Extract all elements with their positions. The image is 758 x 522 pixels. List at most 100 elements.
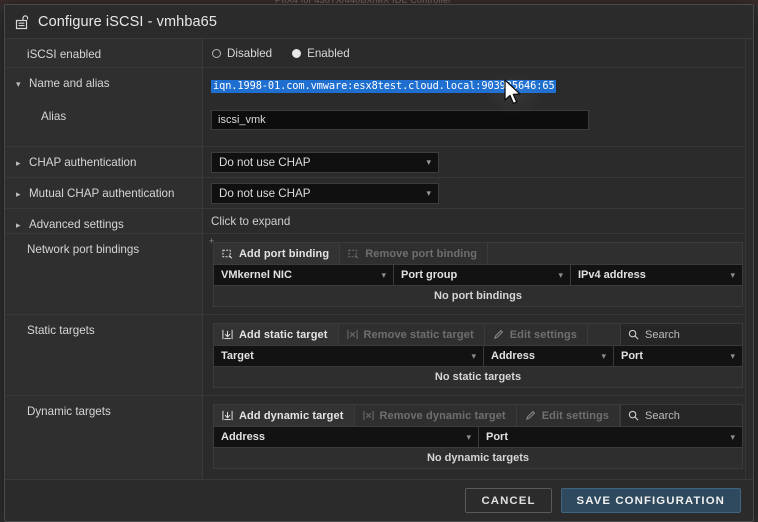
search-icon — [628, 329, 639, 340]
chevron-down-icon[interactable]: ▾ — [16, 77, 27, 91]
label-network-port-bindings: Network port bindings — [5, 233, 202, 314]
chap-authentication-value: Do not use CHAP — [219, 156, 311, 169]
radio-label-enabled: Enabled — [307, 47, 350, 60]
remove-target-icon — [347, 329, 358, 340]
form-control-column: Disabled Enabled iqn.1998-01.com.vmware:… — [203, 39, 753, 479]
search-icon — [628, 410, 639, 421]
advanced-settings-expand-link[interactable]: Click to expand — [211, 215, 290, 228]
mutual-chap-authentication-value: Do not use CHAP — [219, 187, 311, 200]
remove-dynamic-target-button[interactable]: Remove dynamic target — [355, 405, 517, 426]
edit-static-target-settings-button[interactable]: Edit settings — [485, 324, 588, 345]
dynamic-targets-empty-message: No dynamic targets — [214, 448, 742, 468]
mutual-chap-authentication-select[interactable]: Do not use CHAP ▾ — [211, 183, 439, 204]
storage-adapter-icon — [15, 14, 31, 30]
chevron-down-icon: ▾ — [426, 184, 431, 203]
port-bindings-toolbar: Add port binding Remove port binding — [214, 243, 742, 265]
chevron-down-icon: ▾ — [426, 153, 431, 172]
add-port-binding-icon — [222, 248, 233, 259]
column-header-port-group[interactable]: Port group ▾ — [394, 265, 571, 285]
chap-authentication-select[interactable]: Do not use CHAP ▾ — [211, 152, 439, 173]
remove-static-target-button[interactable]: Remove static target — [339, 324, 485, 345]
static-targets-toolbar: Add static target Remove static target — [214, 324, 742, 346]
dialog-titlebar: Configure iSCSI - vmhba65 — [5, 5, 753, 39]
static-targets-empty-message: No static targets — [214, 367, 742, 387]
edit-dynamic-target-settings-label: Edit settings — [542, 410, 609, 422]
add-dynamic-target-button[interactable]: Add dynamic target — [214, 405, 355, 426]
remove-port-binding-button[interactable]: Remove port binding — [340, 243, 488, 264]
chevron-right-icon[interactable]: ▸ — [16, 187, 27, 201]
dialog-footer: CANCEL SAVE CONFIGURATION — [5, 479, 753, 521]
label-iscsi-enabled: iSCSI enabled — [5, 39, 202, 67]
static-targets-search[interactable]: Search — [620, 324, 742, 345]
chevron-down-icon: ▾ — [558, 270, 563, 281]
column-header-ipv4-address[interactable]: IPv4 address ▾ — [571, 265, 742, 285]
radio-dot-enabled — [292, 49, 301, 58]
row-static-targets: Add static target Remove static target — [203, 314, 753, 395]
chevron-right-icon[interactable]: ▸ — [16, 218, 27, 232]
label-mutual-chap-authentication[interactable]: ▸ Mutual CHAP authentication — [5, 177, 202, 208]
add-target-icon — [222, 329, 233, 340]
static-targets-search-placeholder: Search — [645, 329, 680, 341]
row-alias: iscsi_vmk — [203, 101, 753, 146]
pencil-icon — [525, 410, 536, 421]
edit-dynamic-target-settings-button[interactable]: Edit settings — [517, 405, 620, 426]
chevron-down-icon: ▾ — [730, 270, 735, 281]
row-mutual-chap-authentication: Do not use CHAP ▾ — [203, 177, 753, 208]
port-bindings-panel: Add port binding Remove port binding — [213, 242, 743, 307]
row-iscsi-enabled: Disabled Enabled — [203, 39, 753, 67]
radio-disabled[interactable]: Disabled — [212, 47, 272, 60]
port-bindings-table-header: VMkernel NIC ▾ Port group ▾ IPv4 address… — [214, 265, 742, 286]
row-advanced-settings: Click to expand — [203, 208, 753, 233]
radio-label-disabled: Disabled — [227, 47, 272, 60]
column-header-port[interactable]: Port ▾ — [614, 346, 742, 366]
iqn-value[interactable]: iqn.1998-01.com.vmware:esx8test.cloud.lo… — [211, 80, 556, 93]
pencil-icon — [493, 329, 504, 340]
chevron-right-icon[interactable]: ▸ — [16, 156, 27, 170]
remove-dynamic-target-label: Remove dynamic target — [380, 410, 506, 422]
add-dynamic-target-label: Add dynamic target — [239, 410, 344, 422]
iscsi-enabled-radio-group[interactable]: Disabled Enabled — [203, 39, 753, 67]
row-network-port-bindings: + Add port binding — [203, 233, 753, 314]
label-chap-authentication[interactable]: ▸ CHAP authentication — [5, 146, 202, 177]
remove-port-binding-icon — [348, 248, 359, 259]
chevron-down-icon: ▾ — [601, 351, 606, 362]
form-label-column: iSCSI enabled ▾ Name and alias Alias ▸ C… — [5, 39, 203, 479]
label-advanced-settings[interactable]: ▸ Advanced settings — [5, 208, 202, 233]
add-port-binding-button[interactable]: Add port binding — [214, 243, 340, 264]
chevron-down-icon: ▾ — [471, 351, 476, 362]
column-header-address[interactable]: Address ▾ — [214, 427, 479, 447]
chevron-down-icon: ▾ — [730, 432, 735, 443]
dynamic-targets-search[interactable]: Search — [620, 405, 742, 426]
column-header-port[interactable]: Port ▾ — [479, 427, 742, 447]
cancel-button[interactable]: CANCEL — [465, 488, 551, 513]
column-header-vmkernel-nic[interactable]: VMkernel NIC ▾ — [214, 265, 394, 285]
dialog-body: iSCSI enabled ▾ Name and alias Alias ▸ C… — [5, 39, 753, 479]
row-chap-authentication: Do not use CHAP ▾ — [203, 146, 753, 177]
label-static-targets: Static targets — [5, 314, 202, 395]
add-target-icon — [222, 410, 233, 421]
label-alias: Alias — [5, 101, 202, 139]
configure-iscsi-dialog: Configure iSCSI - vmhba65 iSCSI enabled … — [4, 4, 754, 522]
dialog-title: Configure iSCSI - vmhba65 — [38, 14, 217, 30]
remove-port-binding-label: Remove port binding — [365, 248, 477, 260]
radio-enabled[interactable]: Enabled — [292, 47, 350, 60]
row-dynamic-targets: Add dynamic target Remove dynamic target — [203, 395, 753, 479]
dynamic-targets-table-header: Address ▾ Port ▾ — [214, 427, 742, 448]
label-dynamic-targets: Dynamic targets — [5, 395, 202, 479]
dynamic-targets-toolbar: Add dynamic target Remove dynamic target — [214, 405, 742, 427]
iqn-text: iqn.1998-01.com.vmware:esx8test.cloud.lo… — [211, 80, 556, 93]
column-header-address[interactable]: Address ▾ — [484, 346, 614, 366]
radio-dot-disabled — [212, 49, 221, 58]
save-configuration-button[interactable]: SAVE CONFIGURATION — [561, 488, 741, 513]
column-header-target[interactable]: Target ▾ — [214, 346, 484, 366]
alias-input[interactable]: iscsi_vmk — [211, 110, 589, 130]
remove-target-icon — [363, 410, 374, 421]
dynamic-targets-search-placeholder: Search — [645, 410, 680, 422]
dynamic-targets-panel: Add dynamic target Remove dynamic target — [213, 404, 743, 469]
dialog-scroll-edge[interactable] — [745, 39, 753, 479]
chevron-down-icon: ▾ — [466, 432, 471, 443]
add-static-target-label: Add static target — [239, 329, 328, 341]
static-targets-panel: Add static target Remove static target — [213, 323, 743, 388]
add-static-target-button[interactable]: Add static target — [214, 324, 339, 345]
remove-static-target-label: Remove static target — [364, 329, 474, 341]
